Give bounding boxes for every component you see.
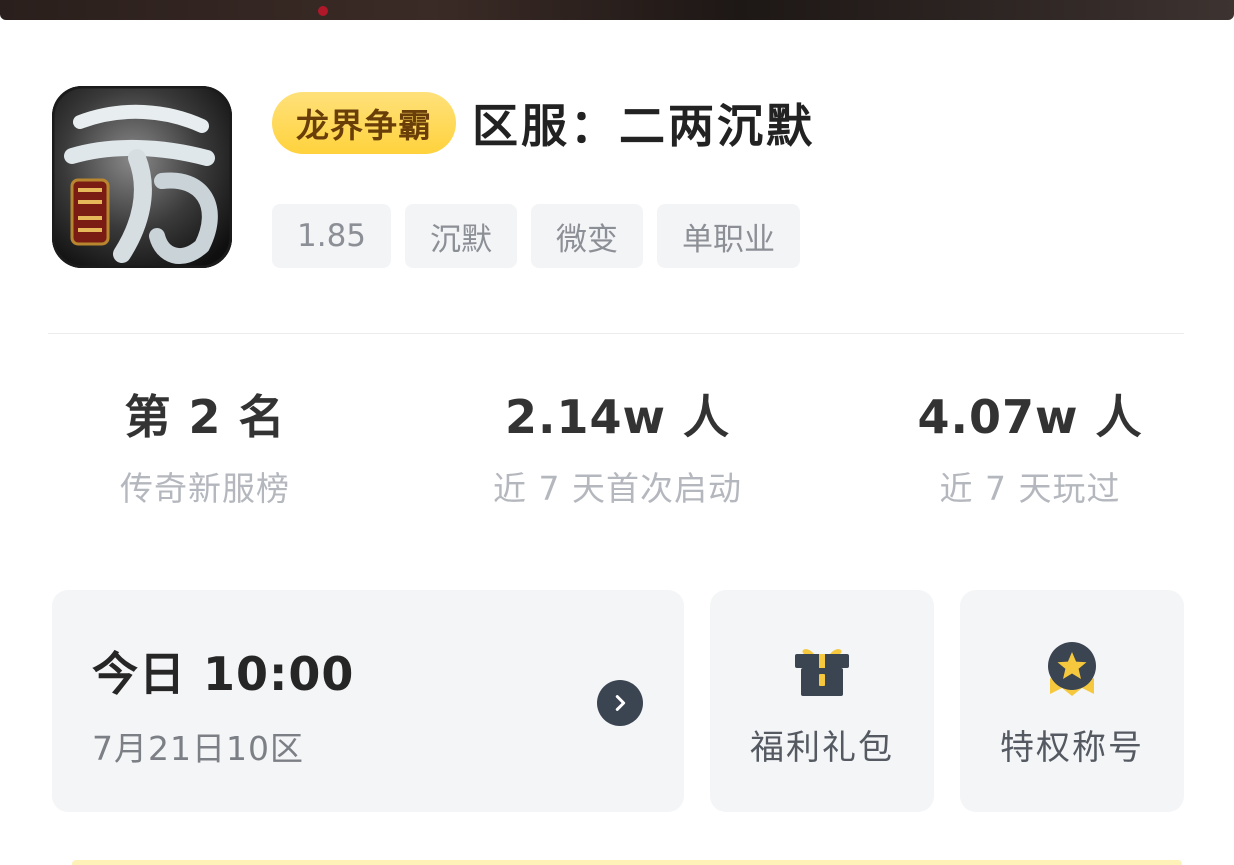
privilege-title-label: 特权称号 <box>1000 728 1144 768</box>
tag-variant[interactable]: 微变 <box>531 204 644 268</box>
stat-rank[interactable]: 第 2 名 传奇新服榜 <box>105 385 305 513</box>
stat-played[interactable]: 4.07w 人 近 7 天玩过 <box>905 385 1155 513</box>
gift-pack-button[interactable]: 福利礼包 <box>710 590 934 812</box>
banner-decoration <box>318 6 328 16</box>
stat-played-value: 4.07w 人 <box>917 390 1143 444</box>
game-logo-icon[interactable] <box>52 86 232 268</box>
server-title: 区服：二两沉默 <box>472 99 815 153</box>
tag-list: 1.85 沉默 微变 单职业 <box>272 204 801 268</box>
tag-version[interactable]: 1.85 <box>272 204 392 268</box>
bottom-section-edge <box>72 860 1182 865</box>
server-open-detail: 7月21日10区 <box>92 729 304 768</box>
stat-rank-value: 第 2 名 <box>124 390 286 444</box>
tag-class[interactable]: 单职业 <box>657 204 801 268</box>
stat-first-launch[interactable]: 2.14w 人 近 7 天首次启动 <box>470 385 765 513</box>
section-divider <box>48 333 1184 334</box>
stat-rank-label: 传奇新服榜 <box>120 469 290 508</box>
medal-star-icon <box>1042 640 1102 700</box>
stat-played-label: 近 7 天玩过 <box>939 469 1121 508</box>
chevron-right-icon[interactable] <box>597 680 643 726</box>
privilege-title-button[interactable]: 特权称号 <box>960 590 1184 812</box>
server-open-time: 今日 10:00 <box>92 647 355 701</box>
stat-first-launch-value: 2.14w 人 <box>504 390 730 444</box>
tag-style[interactable]: 沉默 <box>405 204 518 268</box>
stat-first-launch-label: 近 7 天首次启动 <box>493 469 742 508</box>
gift-pack-label: 福利礼包 <box>750 728 894 768</box>
category-badge[interactable]: 龙界争霸 <box>272 92 456 154</box>
gift-box-icon <box>792 640 852 700</box>
server-open-card[interactable]: 今日 10:00 7月21日10区 <box>52 590 684 812</box>
top-banner-image <box>0 0 1234 20</box>
